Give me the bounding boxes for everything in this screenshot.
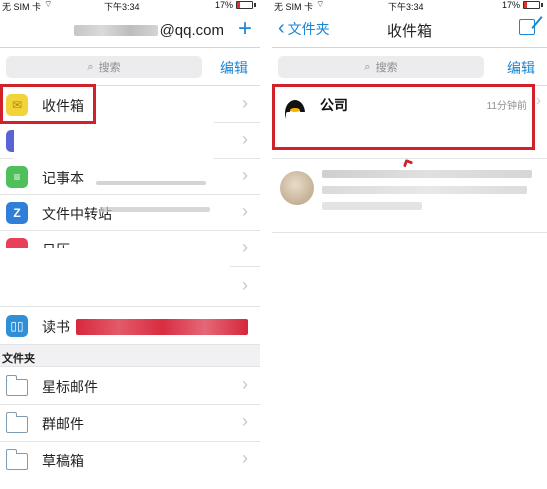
search-input[interactable]: ⌕ 搜索 <box>6 56 202 78</box>
chevron-right-icon: › <box>242 448 248 468</box>
plus-icon[interactable]: + <box>238 17 252 41</box>
battery-percent: 17% <box>214 0 233 10</box>
folder-label: 星标邮件 <box>42 379 98 395</box>
mailbox-label: 读书 <box>42 319 70 335</box>
carrier-label: 无 SIM 卡 <box>2 2 42 12</box>
folder-icon <box>5 375 28 396</box>
chevron-right-icon: › <box>242 411 248 431</box>
mailbox-row-transfer-station[interactable]: Z 文件中转站 › <box>0 195 260 231</box>
mailbox-row-notepad[interactable]: ≡ 记事本 › <box>0 159 260 195</box>
search-icon: ⌕ <box>364 60 371 73</box>
search-icon: ⌕ <box>87 60 94 73</box>
clock: 下午3:34 <box>388 2 424 12</box>
search-row: ⌕ 搜索 编辑 <box>272 50 547 86</box>
redaction-overlay <box>322 170 532 178</box>
transfer-station-icon: Z <box>6 202 28 224</box>
compose-icon[interactable] <box>519 19 535 35</box>
highlight-box-inbox <box>0 84 96 124</box>
folder-icon <box>5 449 28 470</box>
edit-button[interactable]: 编辑 <box>220 58 248 78</box>
battery-percent: 17% <box>501 0 520 10</box>
inbox-screen: 无 SIM 卡 ⌔ 下午3:34 17% ‹ 文件夹 收件箱 ⌕ 搜索 编辑 公… <box>272 0 547 489</box>
folder-icon <box>5 412 28 433</box>
mailbox-label: 记事本 <box>42 170 84 186</box>
folder-label: 群邮件 <box>42 416 84 432</box>
search-row: ⌕ 搜索 编辑 <box>0 50 260 86</box>
wifi-icon: ⌔ <box>316 0 325 9</box>
folder-label: 草稿箱 <box>42 453 84 469</box>
account-nav-bar: @qq.com + <box>0 14 260 48</box>
inbox-nav-bar: ‹ 文件夹 收件箱 <box>272 14 547 48</box>
redaction-overlay <box>322 202 422 210</box>
redaction-overlay <box>100 207 210 212</box>
battery-icon <box>523 1 540 9</box>
chevron-right-icon: › <box>242 129 248 149</box>
redaction-overlay <box>96 181 206 185</box>
chevron-right-icon: › <box>242 165 248 185</box>
redaction-overlay <box>76 319 248 335</box>
redaction-overlay <box>14 120 214 160</box>
folders-section-header: 文件夹 <box>0 345 260 367</box>
wifi-icon: ⌔ <box>44 0 53 9</box>
edit-button[interactable]: 编辑 <box>507 58 535 78</box>
account-address[interactable]: @qq.com <box>73 22 224 39</box>
carrier-label: 无 SIM 卡 <box>274 2 314 12</box>
folder-row-group-mail[interactable]: 群邮件 › <box>0 405 260 442</box>
page-title: 收件箱 <box>386 23 432 40</box>
redaction-overlay <box>0 248 230 276</box>
redacted-account-name <box>73 25 158 36</box>
chevron-right-icon: › <box>536 92 541 109</box>
search-input[interactable]: ⌕ 搜索 <box>278 56 484 78</box>
folder-row-drafts[interactable]: 草稿箱 › <box>0 442 260 479</box>
battery-icon <box>236 1 253 9</box>
chevron-right-icon: › <box>242 93 248 113</box>
clock: 下午3:34 <box>104 2 140 12</box>
mailbox-list-screen: 无 SIM 卡 ⌔ 下午3:34 17% @qq.com + ⌕ 搜索 编辑 ✉… <box>0 0 260 489</box>
chevron-right-icon: › <box>242 275 248 295</box>
redaction-overlay <box>322 186 527 194</box>
chevron-right-icon: › <box>242 201 248 221</box>
book-icon: ▯▯ <box>6 315 28 337</box>
status-bar: 无 SIM 卡 ⌔ 下午3:34 17% <box>272 0 547 12</box>
folder-row-starred[interactable]: 星标邮件 › <box>0 368 260 405</box>
chevron-right-icon: › <box>242 237 248 257</box>
user-photo-avatar <box>280 171 314 205</box>
status-bar: 无 SIM 卡 ⌔ 下午3:34 17% <box>0 0 260 12</box>
notepad-icon: ≡ <box>6 166 28 188</box>
chevron-right-icon: › <box>242 374 248 394</box>
highlight-box-first-mail <box>272 84 535 150</box>
